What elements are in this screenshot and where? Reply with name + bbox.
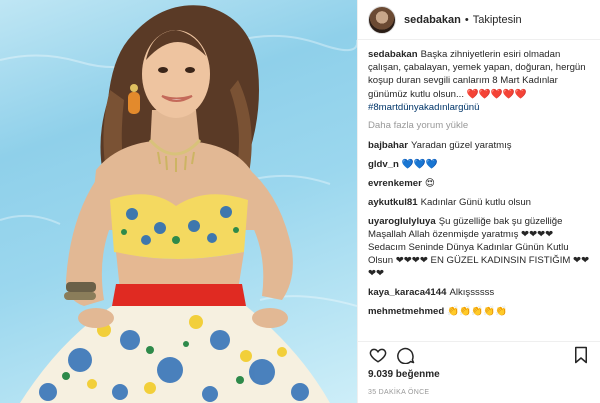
comment-username[interactable]: evrenkemer: [368, 178, 422, 189]
comment-username[interactable]: gldv_n: [368, 159, 399, 170]
comment-username[interactable]: kaya_karaca4144: [368, 287, 446, 298]
post-actions-bar: [358, 341, 600, 367]
heart-icon[interactable]: [368, 345, 388, 365]
comment: gldv_n 💙💙💙: [368, 158, 591, 171]
comment-icon[interactable]: [396, 345, 416, 365]
caption: sedabakan Başka zihniyetlerin esiri olmad…: [368, 48, 591, 114]
caption-username[interactable]: sedabakan: [368, 49, 418, 60]
post-side-panel: sedabakan • Takiptesin sedabakan Başka zi…: [357, 0, 600, 403]
post-header: sedabakan • Takiptesin: [358, 0, 600, 40]
comment-username[interactable]: mehmetmehmed: [368, 306, 444, 317]
photo-illustration: [0, 5, 357, 403]
comment-username[interactable]: uyaroglulyluya: [368, 216, 436, 227]
caption-hashtag[interactable]: #8martdünyakadınlargünü: [368, 101, 591, 114]
instagram-post: sedabakan • Takiptesin sedabakan Başka zi…: [0, 0, 600, 403]
comment: bajbahar Yaradan güzel yaratmış: [368, 139, 591, 152]
author-username[interactable]: sedabakan: [404, 14, 461, 26]
comment-text: Yaradan güzel yaratmış: [411, 140, 512, 152]
header-separator: •: [464, 13, 469, 26]
comment-username[interactable]: aykutkul81: [368, 197, 418, 208]
comment: aykutkul81 Kadınlar Günü kutlu olsun: [368, 196, 591, 209]
avatar[interactable]: [368, 5, 396, 34]
comment-text: 💙💙💙: [401, 159, 438, 171]
comment-text: Alkışsssss: [449, 287, 495, 299]
comment-text: Kadınlar Günü kutlu olsun: [420, 197, 532, 209]
comment: evrenkemer 😍: [368, 177, 591, 190]
load-more-comments-link[interactable]: Daha fazla yorum yükle: [368, 120, 591, 131]
post-photo[interactable]: [0, 0, 357, 403]
follow-status-button[interactable]: Takiptesin: [473, 14, 522, 26]
post-timestamp[interactable]: 35 DAKİKA ÖNCE: [368, 389, 429, 396]
comment: mehmetmehmed 👏👏👏👏👏: [368, 305, 591, 318]
comments-fade: [358, 326, 600, 340]
like-count[interactable]: 9.039 beğenme: [368, 369, 440, 380]
bookmark-icon[interactable]: [571, 345, 591, 365]
comment: kaya_karaca4144 Alkışsssss: [368, 286, 591, 299]
comments-list[interactable]: sedabakan Başka zihniyetlerin esiri olmad…: [358, 48, 600, 340]
comment-text: 👏👏👏👏👏: [447, 306, 507, 318]
comment: uyaroglulyluya Şu güzelliğe bak şu güzell…: [368, 215, 591, 280]
comment-username[interactable]: bajbahar: [368, 140, 408, 151]
comment-text: 😍: [424, 178, 435, 190]
